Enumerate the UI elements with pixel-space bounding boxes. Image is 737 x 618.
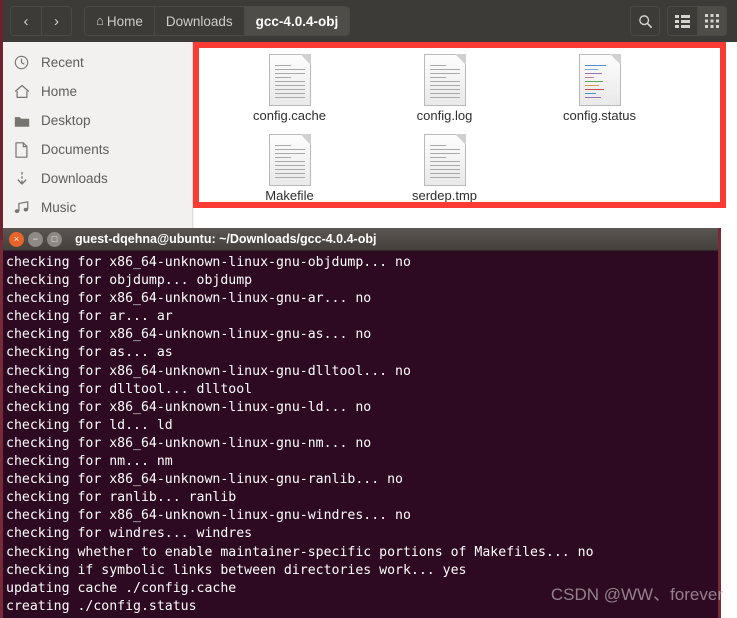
sidebar-item-home[interactable]: Home [0,77,192,106]
terminal-titlebar[interactable]: × − □ guest-dqehna@ubuntu: ~/Downloads/g… [3,228,718,251]
home-icon [13,83,30,100]
breadcrumb-label: Home [106,13,143,29]
sidebar-item-label: Recent [41,55,84,70]
search-button[interactable] [630,6,660,36]
file-item[interactable]: config.log [367,48,522,128]
file-name: config.cache [253,108,326,123]
maximize-icon: □ [51,233,58,244]
terminal-line: checking for ranlib... ranlib [6,490,237,506]
file-item[interactable]: serdep.tmp [367,128,522,208]
navigation-buttons: ‹ › [10,6,72,36]
terminal-line: checking for x86_64-unknown-linux-gnu-wi… [6,508,411,524]
terminal-line: checking for as... as [6,345,173,361]
sidebar-item-label: Desktop [41,113,91,128]
document-icon [13,141,30,158]
terminal-title: guest-dqehna@ubuntu: ~/Downloads/gcc-4.0… [75,232,377,246]
minimize-icon: − [32,233,39,244]
file-item[interactable]: Makefile [212,128,367,208]
text-file-icon [268,54,311,106]
terminal-line: checking for x86_64-unknown-linux-gnu-dl… [6,363,411,379]
breadcrumb-label: Downloads [165,13,233,29]
maximize-button[interactable]: □ [47,231,62,247]
file-grid: config.cache config.log config.status Ma… [194,42,737,208]
file-manager-toolbar: ‹ › ⌂ Home Downloads gcc-4.0.4-obj [0,0,737,42]
terminal-line: checking for ar... ar [6,309,173,325]
file-item[interactable]: config.status [522,48,677,128]
close-button[interactable]: × [9,231,24,247]
file-list-pane[interactable]: config.cache config.log config.status Ma… [194,42,737,240]
terminal-line: checking for ld... ld [6,417,173,433]
terminal-window: × − □ guest-dqehna@ubuntu: ~/Downloads/g… [0,228,721,618]
script-file-icon [578,54,621,106]
text-file-icon [423,54,466,106]
terminal-output[interactable]: checking for x86_64-unknown-linux-gnu-ob… [3,251,718,618]
sidebar-item-music[interactable]: Music [0,193,192,222]
list-view-button[interactable] [667,6,697,36]
terminal-line: checking for dlltool... dlltool [6,381,253,397]
sidebar: Recent Home Desktop Documents Downloads … [0,42,193,240]
search-icon [638,14,652,28]
terminal-line: checking for x86_64-unknown-linux-gnu-ar… [6,291,372,307]
terminal-line: checking for objdump... objdump [6,273,253,289]
text-file-icon [423,134,466,186]
list-view-icon [675,14,690,28]
minimize-button[interactable]: − [28,231,43,247]
grid-view-button[interactable] [697,6,727,36]
breadcrumb-item-downloads[interactable]: Downloads [153,6,244,36]
sidebar-item-downloads[interactable]: Downloads [0,164,192,193]
sidebar-item-recent[interactable]: Recent [0,48,192,77]
terminal-line: checking whether to enable maintainer-sp… [6,544,594,560]
folder-icon [13,112,30,129]
terminal-line: checking for x86_64-unknown-linux-gnu-nm… [6,435,372,451]
sidebar-item-label: Music [41,200,77,215]
close-icon: × [13,233,20,244]
window-left-edge [0,0,3,240]
watermark-text: CSDN @WW、forever [550,585,723,604]
sidebar-item-desktop[interactable]: Desktop [0,106,192,135]
file-name: config.status [563,108,636,123]
grid-view-icon [705,14,719,28]
terminal-line: checking for x86_64-unknown-linux-gnu-ld… [6,399,372,415]
desktop-background [721,228,737,618]
file-manager-window: ‹ › ⌂ Home Downloads gcc-4.0.4-obj Recen… [0,0,737,240]
view-mode-group [667,6,727,36]
sidebar-item-label: Documents [41,142,110,157]
breadcrumb-label: gcc-4.0.4-obj [255,13,339,29]
chevron-left-icon: ‹ [23,12,29,30]
back-button[interactable]: ‹ [10,6,41,36]
sidebar-item-documents[interactable]: Documents [0,135,192,164]
text-file-icon [268,134,311,186]
file-item[interactable]: config.cache [212,48,367,128]
clock-icon [13,54,30,71]
home-icon: ⌂ [96,12,104,28]
terminal-line: checking for x86_64-unknown-linux-gnu-ra… [6,472,403,488]
file-name: config.log [416,108,473,123]
terminal-line: checking for x86_64-unknown-linux-gnu-ob… [6,255,411,270]
breadcrumb-item-home[interactable]: ⌂ Home [84,6,154,36]
terminal-line: checking for windres... windres [6,526,253,542]
toolbar-right-group [630,6,727,36]
file-name: Makefile [265,188,314,203]
breadcrumb-item-current[interactable]: gcc-4.0.4-obj [243,6,351,36]
sidebar-item-label: Downloads [41,171,108,186]
terminal-line: checking for x86_64-unknown-linux-gnu-as… [6,327,372,343]
forward-button[interactable]: › [41,6,72,36]
terminal-line: checking for nm... nm [6,454,173,470]
download-arrow-icon [13,170,30,187]
breadcrumb: ⌂ Home Downloads gcc-4.0.4-obj [84,6,351,36]
sidebar-item-label: Home [41,84,78,99]
chevron-right-icon: › [54,12,59,30]
music-note-icon [13,199,30,216]
terminal-line: checking if symbolic links between direc… [6,562,467,578]
file-name: serdep.tmp [411,188,478,203]
